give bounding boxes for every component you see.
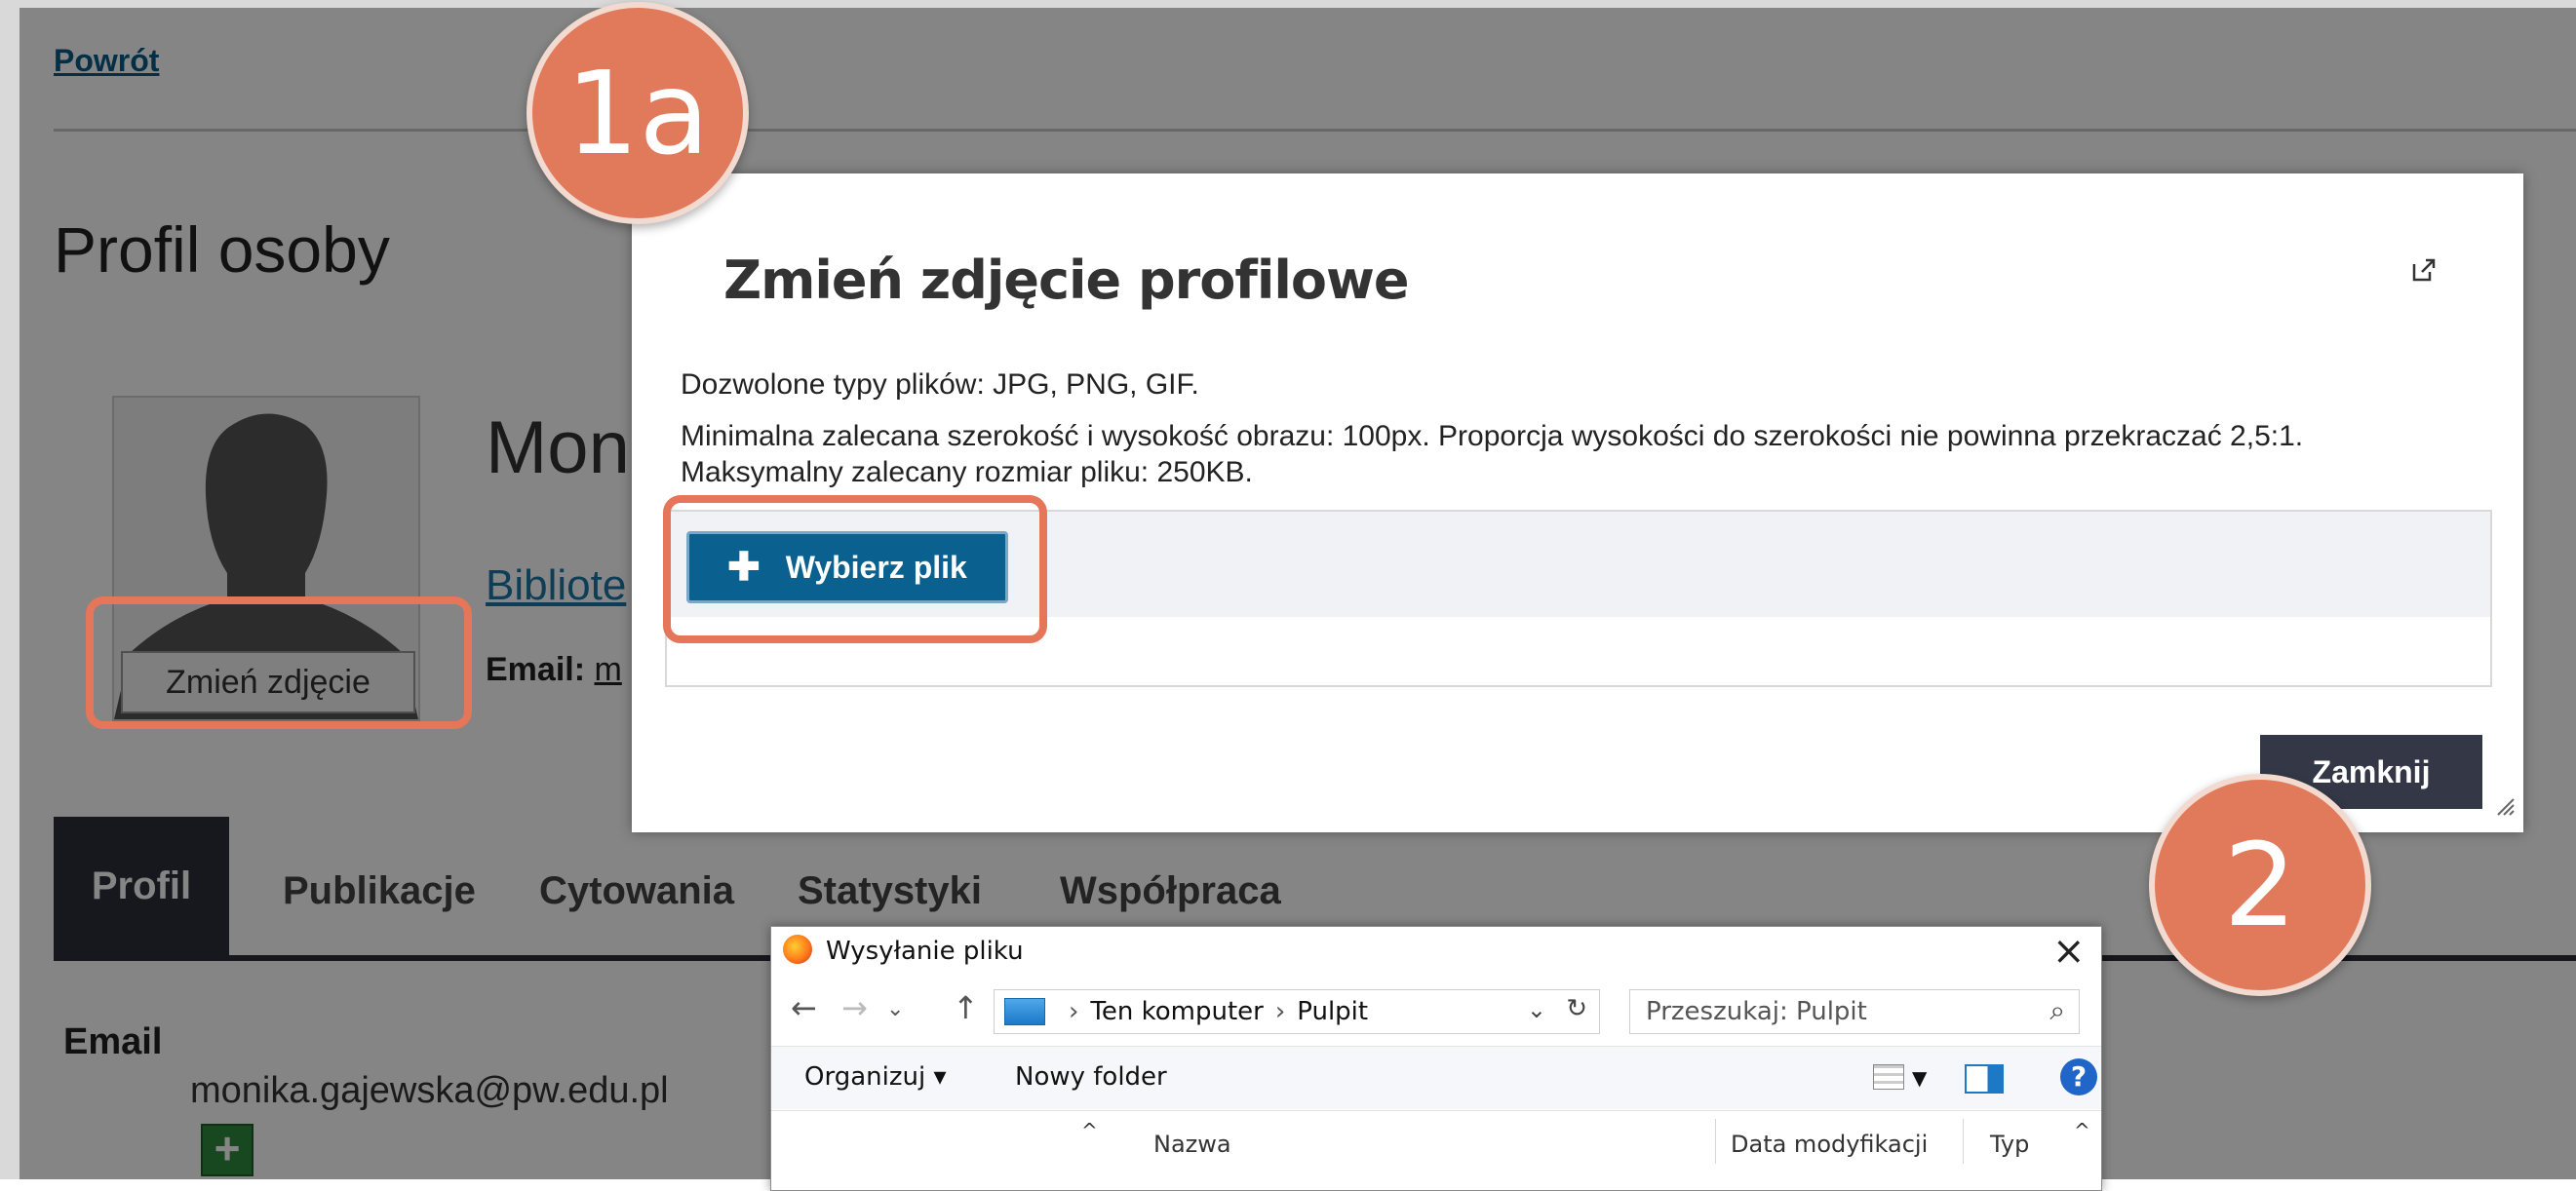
path-segment[interactable]: Pulpit <box>1297 997 1368 1026</box>
chevron-right-icon: › <box>1274 997 1286 1026</box>
view-options-icon[interactable] <box>1873 1064 1904 1090</box>
dialog-title: Wysyłanie pliku <box>826 937 1024 966</box>
path-bar[interactable]: › Ten komputer › Pulpit ⌄ ↻ <box>994 989 1600 1034</box>
chevron-down-icon[interactable]: ⌄ <box>1527 996 1546 1023</box>
search-icon: ⌕ <box>2049 994 2065 1026</box>
back-arrow-icon[interactable]: ← <box>791 989 817 1026</box>
modal-title: Zmień zdjęcie profilowe <box>723 250 1409 311</box>
max-size-text: Maksymalny zalecany rozmiar pliku: 250KB… <box>681 456 1253 488</box>
chevron-right-icon: › <box>1069 997 1079 1026</box>
allowed-types-text: Dozwolone typy plików: JPG, PNG, GIF. <box>681 368 1199 401</box>
close-icon[interactable]: × <box>2052 929 2086 974</box>
highlight-change-photo <box>86 596 472 729</box>
chevron-down-icon[interactable]: ⌄ <box>886 997 904 1021</box>
column-date[interactable]: Data modyfikacji <box>1731 1131 1928 1158</box>
column-divider[interactable] <box>1963 1119 1964 1164</box>
column-divider[interactable] <box>1715 1119 1716 1164</box>
chevron-down-icon[interactable]: ▼ <box>1912 1066 1927 1090</box>
file-upload-dialog: Wysyłanie pliku × ← → ⌄ ↑ › Ten komputer… <box>770 926 2102 1191</box>
column-type[interactable]: Typ <box>1990 1131 2029 1158</box>
dialog-toolbar: Organizuj ▾ Nowy folder ▼ ? <box>771 1046 2101 1109</box>
dialog-titlebar: Wysyłanie pliku × <box>771 927 2101 974</box>
preview-pane-icon[interactable] <box>1965 1064 2004 1094</box>
resize-handle-icon[interactable] <box>2492 793 2516 817</box>
organize-menu[interactable]: Organizuj ▾ <box>804 1062 947 1092</box>
refresh-icon[interactable]: ↻ <box>1566 994 1587 1023</box>
external-link-icon[interactable] <box>2411 257 2437 283</box>
computer-icon <box>1004 998 1045 1025</box>
new-folder-button[interactable]: Nowy folder <box>1015 1062 1167 1092</box>
chevron-up-icon[interactable]: ^ <box>1081 1119 1098 1142</box>
path-segment[interactable]: Ten komputer <box>1090 997 1263 1026</box>
search-input[interactable]: Przeszukaj: Pulpit ⌕ <box>1629 989 2080 1034</box>
up-arrow-icon[interactable]: ↑ <box>953 989 979 1026</box>
forward-arrow-icon[interactable]: → <box>841 989 868 1026</box>
file-list-header: ^ Nazwa Data modyfikacji Typ ^ <box>771 1110 2101 1170</box>
dialog-navbar: ← → ⌄ ↑ › Ten komputer › Pulpit ⌄ ↻ Prze… <box>771 983 2101 1038</box>
firefox-icon <box>783 935 812 964</box>
highlight-choose-file <box>663 495 1047 643</box>
min-size-text: Minimalna zalecana szerokość i wysokość … <box>681 420 2304 452</box>
column-name[interactable]: Nazwa <box>1153 1131 1231 1158</box>
step-1a-badge: 1a <box>527 2 749 224</box>
search-placeholder: Przeszukaj: Pulpit <box>1646 997 1867 1026</box>
help-icon[interactable]: ? <box>2060 1058 2097 1095</box>
scroll-up-icon[interactable]: ^ <box>2074 1119 2090 1142</box>
step-2-badge: 2 <box>2149 774 2371 996</box>
